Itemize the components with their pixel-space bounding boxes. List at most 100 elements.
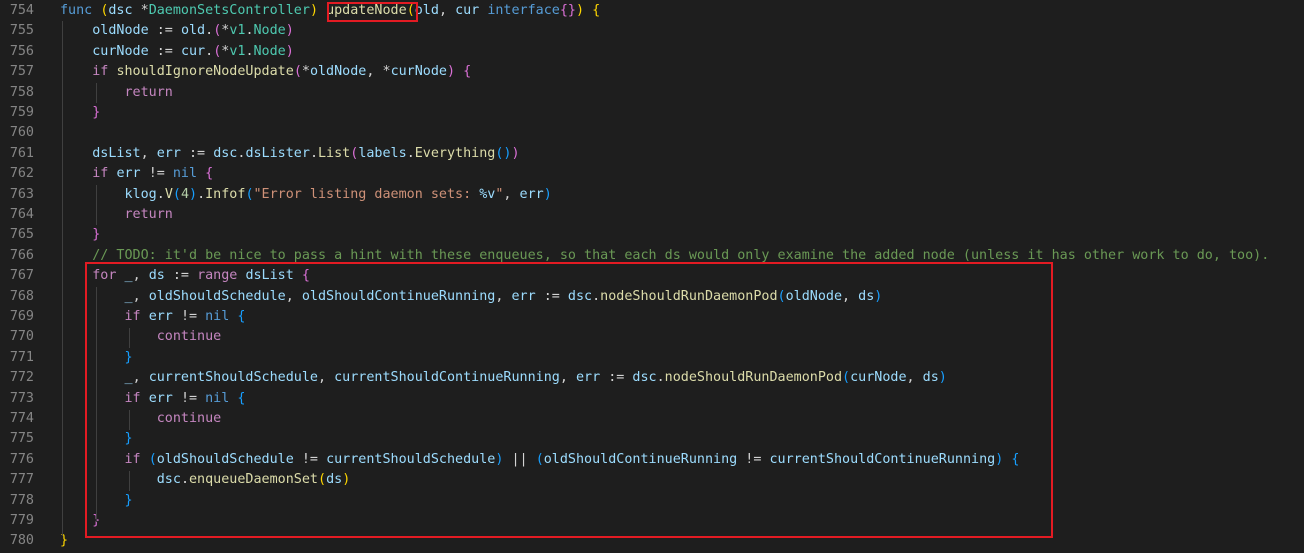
code-token: nil <box>205 309 238 324</box>
code-token: { <box>237 309 246 324</box>
code-token: if <box>124 451 149 467</box>
code-editor[interactable]: 754 func (dsc *DaemonSetsController) upda… <box>0 0 1304 553</box>
code-line[interactable]: 766 // TODO: it'd be nice to pass a hint… <box>0 246 1304 266</box>
code-line[interactable]: 761 dsList, err := dsc.dsLister.List(lab… <box>0 144 1304 164</box>
code-line[interactable]: 767 for _, ds := range dsList { <box>0 266 1304 286</box>
code-line[interactable]: 760 <box>0 123 1304 143</box>
code-token: Everything <box>414 145 496 161</box>
code-token: , <box>132 288 149 304</box>
indent-guide <box>96 287 97 522</box>
code-text: _, oldShouldSchedule, oldShouldContinueR… <box>60 287 883 307</box>
code-token: v1 <box>229 43 246 59</box>
code-token: updateNode <box>326 3 407 18</box>
code-token: , <box>140 145 157 161</box>
line-number: 778 <box>9 492 34 508</box>
code-token: := <box>156 23 181 39</box>
code-text: oldNode := old.(*v1.Node) <box>60 21 294 41</box>
code-token: , <box>842 288 859 304</box>
code-token: * <box>301 64 310 80</box>
code-token: oldNode <box>92 23 157 39</box>
code-token: "Error listing daemon sets: <box>253 186 480 202</box>
code-line[interactable]: 774 continue <box>0 409 1304 429</box>
code-text: if shouldIgnoreNodeUpdate(*oldNode, *cur… <box>60 62 471 82</box>
code-token: curNode <box>850 370 907 386</box>
code-token: old <box>180 23 206 39</box>
code-line[interactable]: 755 oldNode := old.(*v1.Node) <box>0 21 1304 41</box>
code-line[interactable]: 778 } <box>0 491 1304 511</box>
line-number: 776 <box>9 451 34 467</box>
code-text: } <box>60 511 100 531</box>
code-line[interactable]: 764 return <box>0 205 1304 225</box>
code-token: . <box>197 186 206 202</box>
code-line[interactable]: 757 if shouldIgnoreNodeUpdate(*oldNode, … <box>0 62 1304 82</box>
indent-guide <box>129 471 130 491</box>
line-number: 755 <box>9 23 34 39</box>
line-number: 756 <box>9 43 34 59</box>
code-token: ds <box>148 268 173 284</box>
code-text: klog.V(4).Infof("Error listing daemon se… <box>60 185 552 205</box>
code-token: range <box>197 268 246 284</box>
code-token: . <box>245 23 254 39</box>
code-text: return <box>60 83 173 103</box>
line-number: 758 <box>9 84 34 100</box>
code-line[interactable]: 775 } <box>0 429 1304 449</box>
code-token: { <box>237 390 246 406</box>
code-token: , <box>132 370 149 386</box>
code-token: v1 <box>229 23 246 39</box>
code-line[interactable]: 754 func (dsc *DaemonSetsController) upda… <box>0 1 1304 21</box>
code-text: dsc.enqueueDaemonSet(ds) <box>60 470 351 490</box>
code-token: for <box>92 268 125 284</box>
code-token: ( <box>293 64 302 80</box>
line-number: 766 <box>9 247 34 263</box>
line-number: 757 <box>9 64 34 80</box>
line-number: 772 <box>9 370 34 386</box>
code-token: curNode <box>390 64 447 80</box>
code-token: dsc <box>567 288 593 304</box>
code-token: ) <box>511 145 520 161</box>
code-token: dsc <box>213 145 238 161</box>
code-token: ( <box>535 451 544 467</box>
code-token: ( <box>245 186 254 202</box>
code-line[interactable]: 756 curNode := cur.(*v1.Node) <box>0 42 1304 62</box>
code-line[interactable]: 758 return <box>0 83 1304 103</box>
line-number: 774 <box>9 411 34 426</box>
code-token: ( <box>148 451 157 467</box>
line-number: 760 <box>9 125 34 141</box>
code-line[interactable]: 773 if err != nil { <box>0 389 1304 409</box>
code-line[interactable]: 768 _, oldShouldSchedule, oldShouldConti… <box>0 287 1304 307</box>
code-token: if <box>92 166 117 182</box>
code-token: , <box>285 288 302 304</box>
code-line[interactable]: 772 _, currentShouldSchedule, currentSho… <box>0 368 1304 388</box>
code-line[interactable]: 780} <box>0 531 1304 551</box>
code-line[interactable]: 769 if err != nil { <box>0 307 1304 327</box>
code-token: () <box>495 145 512 161</box>
code-token: oldNode <box>785 288 843 304</box>
code-line[interactable]: 762 if err != nil { <box>0 164 1304 184</box>
line-number: 773 <box>9 390 34 406</box>
code-text: for _, ds := range dsList { <box>60 266 310 286</box>
code-line[interactable]: 771 } <box>0 348 1304 368</box>
code-line[interactable]: 776 if (oldShouldSchedule != currentShou… <box>0 450 1304 470</box>
code-token: err <box>116 166 149 182</box>
code-token: continue <box>156 411 222 426</box>
line-number: 767 <box>9 268 34 284</box>
code-line[interactable]: 759 } <box>0 103 1304 123</box>
code-token: nodeShouldRunDaemonPod <box>600 288 778 304</box>
code-token: continue <box>156 329 222 345</box>
code-token: ( <box>777 288 786 304</box>
code-token: err <box>156 145 189 161</box>
code-line[interactable]: 770 continue <box>0 327 1304 347</box>
code-token: _ <box>124 370 133 386</box>
code-line[interactable]: 777 dsc.enqueueDaemonSet(ds) <box>0 470 1304 490</box>
code-line[interactable]: 763 klog.V(4).Infof("Error listing daemo… <box>0 185 1304 205</box>
code-token: . <box>406 145 415 161</box>
code-line[interactable]: 779 } <box>0 511 1304 531</box>
code-token: ) <box>189 186 198 202</box>
code-line[interactable]: 765 } <box>0 225 1304 245</box>
